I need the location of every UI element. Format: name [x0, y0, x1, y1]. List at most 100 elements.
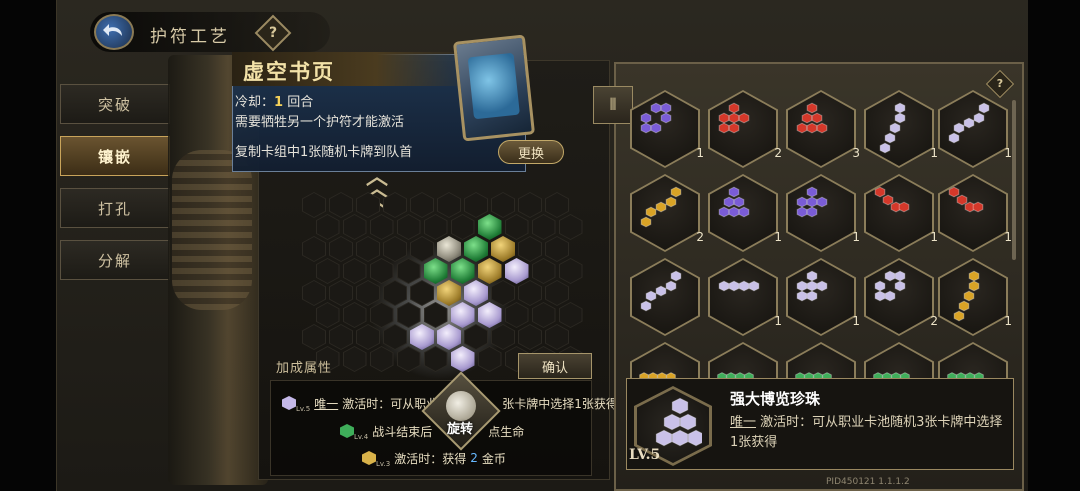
slot-count: 2: [930, 314, 938, 328]
gem-icon: [718, 102, 750, 134]
gem-icon: [948, 102, 990, 144]
gem-cube: [670, 186, 682, 198]
gem-cube: [894, 270, 906, 282]
detail-name: 强大博览珍珠: [730, 390, 821, 408]
gem-cube: [718, 280, 730, 292]
gem-cube: [728, 102, 740, 114]
page-title: 护符工艺: [150, 27, 230, 47]
gem-cube: [728, 122, 740, 134]
gem-cube: [874, 290, 886, 302]
gem-cube: [874, 186, 886, 198]
charm-slot[interactable]: 2: [708, 90, 782, 168]
letterbox-right: [1028, 0, 1080, 491]
slot-count: 1: [774, 230, 782, 244]
charm-slot[interactable]: 1: [864, 90, 938, 168]
charm-slot[interactable]: 1: [786, 174, 860, 252]
charm-slot[interactable]: 1: [708, 174, 782, 252]
gem-icon: [796, 102, 828, 134]
charm-slot[interactable]: 3: [786, 90, 860, 168]
tab-inlay[interactable]: 镶嵌: [60, 136, 170, 176]
charm-slot[interactable]: [938, 342, 1008, 378]
requirement-text: 需要牺牲另一个护符才能激活: [235, 115, 405, 130]
gem-cube: [640, 122, 652, 134]
confirm-button[interactable]: 确认: [518, 353, 592, 379]
gem-cube: [663, 413, 681, 431]
swap-button[interactable]: 更换: [498, 140, 564, 164]
gem-cube: [728, 280, 740, 292]
slot-count: 1: [930, 146, 938, 160]
gem-cube: [968, 280, 980, 292]
slot-count: 2: [696, 230, 704, 244]
gem-cube: [806, 186, 818, 198]
gem-icon: [796, 270, 828, 302]
gem-cube: [650, 122, 662, 134]
gem-icon: [873, 372, 910, 378]
gem-cube: [882, 194, 894, 206]
gem-icon: [948, 186, 984, 213]
gem-cube: [671, 429, 689, 447]
gem-cube: [796, 122, 808, 134]
gem-cube: [655, 429, 673, 447]
level-tag: Lv.5: [296, 405, 311, 413]
charm-slot[interactable]: [630, 342, 700, 378]
gold-unit: 金币: [481, 451, 506, 466]
charm-slot[interactable]: 1: [938, 258, 1012, 336]
rotate-label: 旋转: [447, 422, 474, 437]
gem-cube: [796, 280, 808, 292]
tab-label: 分解: [97, 251, 132, 270]
build-version: PID450121 1.1.1.2: [826, 477, 910, 487]
bonus-text: 激活时：获得: [394, 451, 467, 466]
charm-slot[interactable]: [786, 342, 856, 378]
charm-slot[interactable]: 2: [630, 174, 704, 252]
gem-cube: [640, 216, 652, 228]
confirm-label: 确认: [541, 360, 568, 376]
charm-slot[interactable]: 1: [938, 90, 1012, 168]
gem-icon: [796, 186, 828, 218]
bonus-section-title: 加成属性: [276, 361, 333, 376]
detail-description: 唯一 激活时：可从职业卡池随机3张卡牌中选择1张获得: [730, 413, 1010, 453]
charm-slot[interactable]: 2: [864, 258, 938, 336]
gem-cube: [879, 142, 891, 154]
charm-slot[interactable]: 1: [938, 174, 1012, 252]
gem-cube: [718, 112, 730, 124]
gem-cube: [948, 186, 960, 198]
gem-icon: [717, 372, 754, 378]
gem-cube: [671, 397, 689, 415]
charm-slot[interactable]: 1: [708, 258, 782, 336]
inventory-toggle-button[interactable]: ⦀: [593, 86, 633, 124]
gem-cube: [816, 122, 828, 134]
charm-slot[interactable]: [708, 342, 778, 378]
gem-cube: [650, 102, 662, 114]
bonus-row-2: Lv.4 战斗结束后 点生命: [340, 421, 524, 441]
gem-cube: [660, 112, 672, 124]
gem-cube: [665, 196, 677, 208]
green-gem-icon: [340, 424, 354, 438]
gem-icon: [718, 280, 760, 292]
gem-cube: [806, 122, 818, 134]
charm-slot[interactable]: [864, 342, 934, 378]
level-tag: Lv.4: [354, 433, 369, 441]
gem-icon: [953, 270, 980, 322]
back-button[interactable]: [94, 14, 134, 50]
charm-slot[interactable]: 1: [864, 174, 938, 252]
gem-cube: [718, 122, 730, 134]
gem-cube: [718, 206, 730, 218]
gem-cube: [645, 206, 657, 218]
gem-cube: [728, 186, 740, 198]
slot-count: 2: [774, 146, 782, 160]
gem-icon: [947, 372, 984, 378]
tab-decompose[interactable]: 分解: [60, 240, 170, 280]
gem-icon: [879, 102, 906, 154]
bonus-row-3: Lv.3 激活时：获得 2 金币: [362, 448, 506, 468]
gem-cube: [806, 270, 818, 282]
tab-label: 突破: [97, 95, 132, 114]
gem-cube: [655, 285, 667, 297]
unique-tag: 唯一: [314, 396, 339, 411]
gem-icon: [640, 102, 672, 134]
tab-punch-hole[interactable]: 打孔: [60, 188, 170, 228]
tab-breakthrough[interactable]: 突破: [60, 84, 170, 124]
charm-slot[interactable]: 1: [786, 258, 860, 336]
charm-slot[interactable]: 1: [630, 90, 704, 168]
inventory-scrollbar[interactable]: [1012, 100, 1016, 260]
charm-slot[interactable]: [630, 258, 700, 336]
